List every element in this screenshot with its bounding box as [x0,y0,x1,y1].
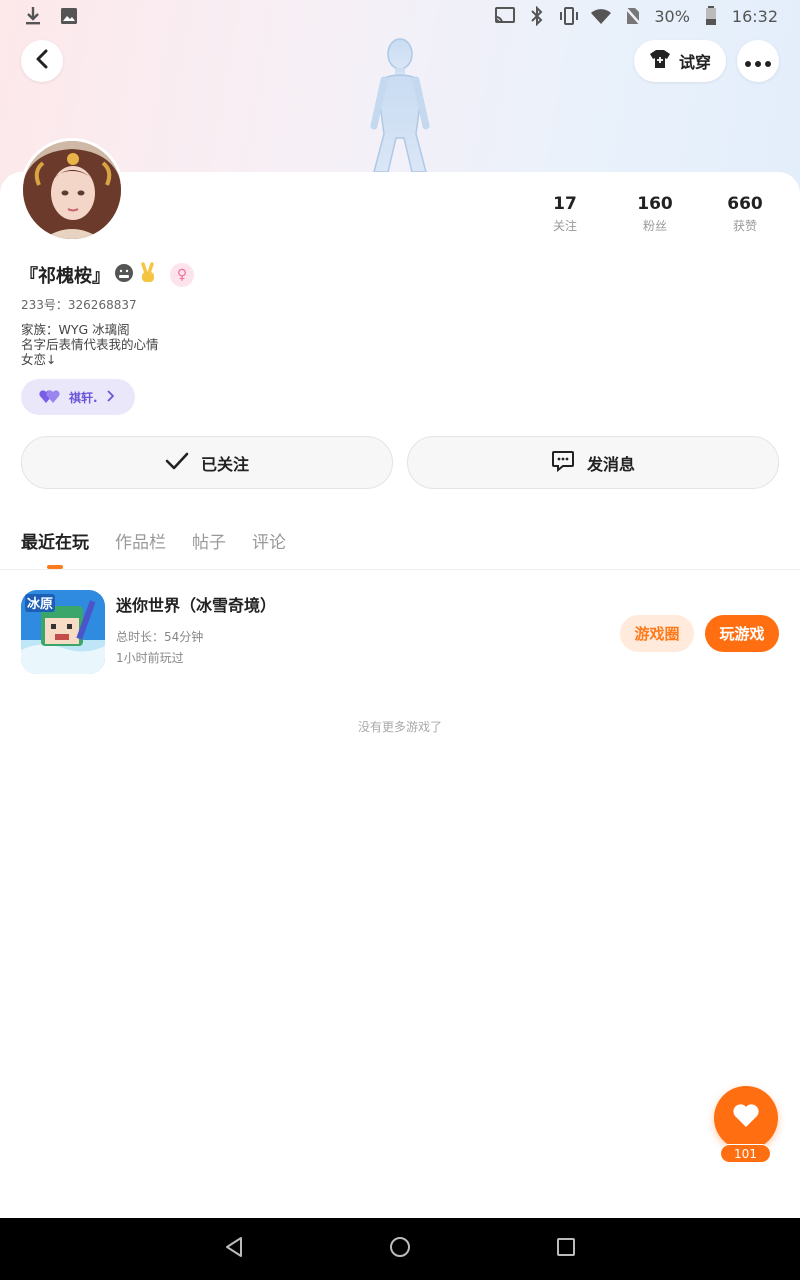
bio-line: 女恋↓ [21,352,57,367]
followed-button[interactable]: 已关注 [21,436,393,489]
heart-icon [732,1103,760,1133]
back-button[interactable] [21,40,63,82]
stat-value: 17 [553,194,577,214]
shirt-icon [649,49,671,73]
cp-partner-name: 祺轩. [69,390,98,405]
send-message-button[interactable]: 发消息 [407,436,779,489]
vibrate-icon [558,5,580,27]
stat-likes[interactable]: 660 获赞 [700,194,790,234]
image-icon [58,5,80,27]
game-playtime: 总时长：54分钟 [116,630,204,644]
stat-value: 660 [727,194,763,214]
more-button[interactable] [737,40,779,82]
stats-row: 17 关注 160 粉丝 660 获赞 [520,194,800,234]
play-game-button[interactable]: 玩游戏 [705,615,779,652]
nickname: 『祁槐桉』 [20,266,110,287]
tryon-label: 试穿 [678,53,711,72]
bio: 家族：WYG 冰璃阁 名字后表情代表我的心情 女恋↓ [21,322,159,367]
victory-hand-icon [138,262,158,288]
stat-following[interactable]: 17 关注 [520,194,610,234]
dress-up-figure[interactable] [360,34,440,173]
download-icon [22,5,44,27]
user-id: 233号：326268837 [21,298,137,312]
checkmark-icon [165,452,189,474]
tab-works[interactable]: 作品栏 [115,528,166,553]
stat-label: 粉丝 [642,219,667,233]
grimace-emoji-icon [114,263,134,287]
cast-icon [494,5,516,27]
game-title: 迷你世界（冰雪奇境） [116,596,277,615]
tab-divider [0,569,800,570]
home-circle-icon[interactable] [389,1236,411,1262]
stat-fans[interactable]: 160 粉丝 [610,194,700,234]
bluetooth-icon [526,5,548,27]
no-sim-icon [622,5,644,27]
nickname-row: 『祁槐桉』 ♀ [20,262,194,288]
game-list-item[interactable]: 冰原 迷你世界（冰雪奇境） 总时长：54分钟 1小时前玩过 游戏圈 玩游戏 [0,590,800,676]
battery-percent: 30% [654,6,690,26]
clock: 16:32 [731,6,778,26]
stat-label: 获赞 [732,219,757,233]
stat-label: 关注 [552,219,577,233]
female-gender-icon: ♀ [170,263,194,287]
send-message-label: 发消息 [586,454,635,474]
back-triangle-icon[interactable] [224,1236,244,1262]
profile-tabs: 最近在玩 作品栏 帖子 评论 [21,528,286,553]
like-count-badge: 101 [720,1144,771,1163]
game-circle-button[interactable]: 游戏圈 [620,615,694,652]
tab-comments[interactable]: 评论 [252,528,286,553]
avatar[interactable] [20,138,124,242]
battery-icon [700,5,722,27]
cp-partner-chip[interactable]: 祺轩. [21,379,135,415]
tab-posts[interactable]: 帖子 [192,528,226,553]
system-navigation-bar [0,1218,800,1280]
double-heart-icon [39,388,61,407]
wifi-icon [590,5,612,27]
no-more-games-note: 没有更多游戏了 [357,720,442,734]
like-button[interactable] [714,1086,778,1150]
recents-square-icon[interactable] [556,1237,576,1261]
status-bar: 30% 16:32 [0,0,800,32]
tryon-button[interactable]: 试穿 [634,40,726,82]
bio-line: 名字后表情代表我的心情 [21,337,159,352]
game-last-played: 1小时前玩过 [116,651,184,665]
bio-line: 家族：WYG 冰璃阁 [21,322,130,337]
game-icon[interactable]: 冰原 [21,590,105,674]
chevron-left-icon [35,49,49,73]
game-icon-text: 冰原 [27,596,53,612]
chat-bubble-icon [551,450,575,476]
tab-recently-played[interactable]: 最近在玩 [21,528,89,553]
stat-value: 160 [637,194,673,214]
chevron-right-icon [106,389,114,405]
more-dots-icon [745,52,771,71]
followed-label: 已关注 [200,454,249,474]
